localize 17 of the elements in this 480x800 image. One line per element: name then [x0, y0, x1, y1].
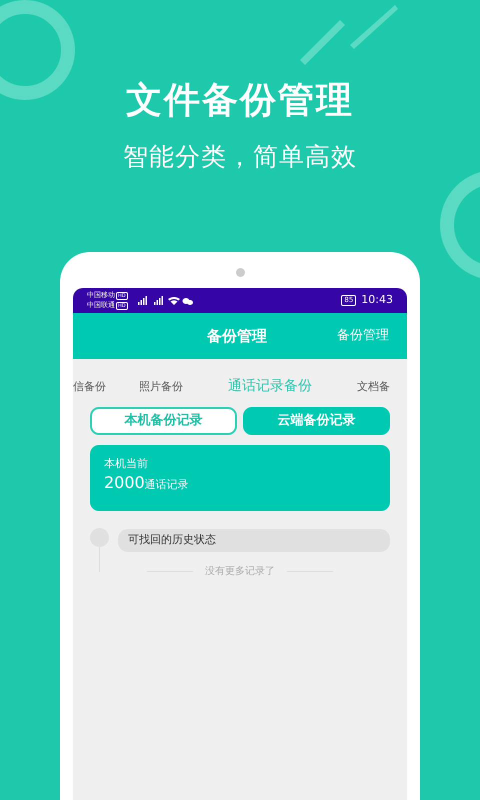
app-bar-action[interactable]: 备份管理	[337, 326, 389, 346]
tab[interactable]: 照片备份	[139, 379, 183, 395]
record-toggle[interactable]: 本机备份记录	[90, 407, 237, 435]
record-toggle[interactable]: 云端备份记录	[243, 407, 390, 435]
tab[interactable]: 通话记录备份	[228, 378, 312, 394]
app-bar-title: 备份管理	[207, 326, 267, 347]
tab[interactable]: 信备份	[73, 379, 106, 395]
count-unit: 通话记录	[144, 478, 189, 491]
end-of-list-note: 没有更多记录了	[205, 565, 275, 579]
tab[interactable]: 文档备	[357, 379, 390, 395]
promo-subtitle: 智能分类，简单高效	[123, 141, 357, 173]
timeline-item: 可找回的历史状态	[118, 529, 390, 552]
clock: 10:43	[361, 292, 393, 308]
record-count: 2000	[104, 473, 145, 492]
promo-title: 文件备份管理	[126, 79, 354, 123]
summary-caption: 本机当前	[104, 457, 149, 471]
camera-icon	[236, 268, 245, 277]
